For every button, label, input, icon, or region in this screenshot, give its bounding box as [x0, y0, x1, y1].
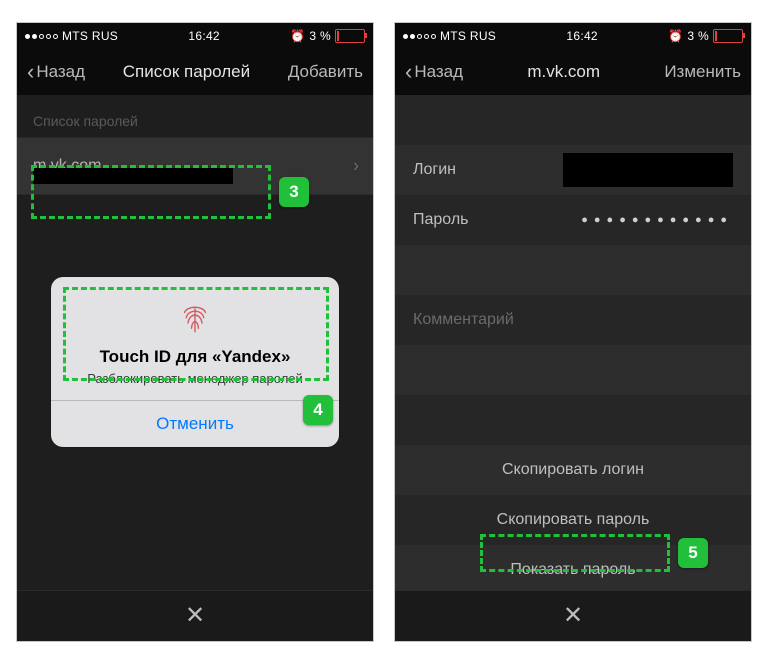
- fingerprint-icon: [174, 295, 216, 337]
- spacer-row: [395, 95, 751, 145]
- battery-pct: 3 %: [309, 29, 331, 43]
- alert-subtitle: Разблокировать менеджер паролей: [67, 371, 323, 386]
- clock: 16:42: [566, 29, 598, 43]
- chevron-left-icon: ‹: [27, 61, 34, 83]
- back-button[interactable]: ‹Назад: [27, 61, 85, 83]
- battery-pct: 3 %: [687, 29, 709, 43]
- spacer-row: [395, 245, 751, 295]
- back-button[interactable]: ‹Назад: [405, 61, 463, 83]
- chevron-left-icon: ‹: [405, 61, 412, 83]
- edit-button[interactable]: Изменить: [664, 62, 741, 82]
- section-header: Список паролей: [17, 95, 373, 137]
- cancel-button[interactable]: Отменить: [51, 401, 339, 447]
- back-label: Назад: [36, 62, 85, 82]
- alert-title: Touch ID для «Yandex»: [67, 347, 323, 367]
- annotation-badge-3: 3: [279, 177, 309, 207]
- annotation-badge-5: 5: [678, 538, 708, 568]
- login-row[interactable]: Логин: [395, 145, 751, 195]
- battery-icon: [713, 29, 743, 43]
- alarm-icon: ⏰: [668, 29, 683, 43]
- close-icon[interactable]: ✕: [185, 604, 205, 628]
- comment-row[interactable]: Комментарий: [395, 295, 751, 345]
- screenshot-password-list: MTS RUS 16:42 ⏰ 3 % ‹Назад Список пароле…: [16, 22, 374, 642]
- bottom-toolbar: ✕: [395, 590, 751, 641]
- page-title: Список паролей: [123, 62, 250, 82]
- signal-icon: [25, 34, 58, 39]
- copy-login-label: Скопировать логин: [502, 461, 644, 479]
- screenshot-password-detail: MTS RUS 16:42 ⏰ 3 % ‹Назад m.vk.com Изме…: [394, 22, 752, 642]
- nav-bar: ‹Назад Список паролей Добавить: [17, 49, 373, 95]
- nav-bar: ‹Назад m.vk.com Изменить: [395, 49, 751, 95]
- touch-id-alert: Touch ID для «Yandex» Разблокировать мен…: [51, 277, 339, 447]
- close-icon[interactable]: ✕: [563, 604, 583, 628]
- show-password-label: Показать пароль: [510, 561, 635, 579]
- detail-content: Логин Пароль ●●●●●●●●●●●● Комментарий Ск…: [395, 95, 751, 591]
- status-bar: MTS RUS 16:42 ⏰ 3 %: [17, 23, 373, 49]
- password-label: Пароль: [413, 211, 469, 229]
- comment-label: Комментарий: [413, 311, 514, 329]
- password-masked: ●●●●●●●●●●●●: [581, 214, 733, 226]
- clock: 16:42: [188, 29, 220, 43]
- login-value-redacted: [563, 153, 733, 187]
- bottom-toolbar: ✕: [17, 590, 373, 641]
- spacer-row: [395, 345, 751, 395]
- carrier-label: MTS RUS: [440, 29, 496, 43]
- chevron-right-icon: ›: [353, 156, 359, 177]
- page-title: m.vk.com: [527, 62, 600, 82]
- back-label: Назад: [414, 62, 463, 82]
- alarm-icon: ⏰: [290, 29, 305, 43]
- copy-login-button[interactable]: Скопировать логин: [395, 445, 751, 495]
- battery-icon: [335, 29, 365, 43]
- status-bar: MTS RUS 16:42 ⏰ 3 %: [395, 23, 751, 49]
- signal-icon: [403, 34, 436, 39]
- entry-login-redacted: [33, 168, 233, 184]
- login-label: Логин: [413, 161, 456, 179]
- spacer-row: [395, 395, 751, 445]
- add-button[interactable]: Добавить: [288, 62, 363, 82]
- annotation-badge-4: 4: [303, 395, 333, 425]
- copy-password-label: Скопировать пароль: [497, 511, 650, 529]
- password-row[interactable]: Пароль ●●●●●●●●●●●●: [395, 195, 751, 245]
- carrier-label: MTS RUS: [62, 29, 118, 43]
- password-entry-row[interactable]: m.vk.com ›: [17, 137, 373, 195]
